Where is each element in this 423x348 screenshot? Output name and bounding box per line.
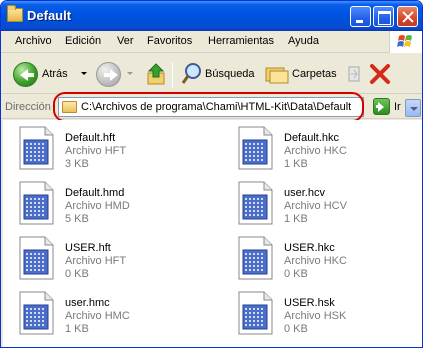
maximize-button[interactable]: [373, 6, 394, 27]
move-to-icon[interactable]: [347, 64, 361, 84]
file-item[interactable]: USER.hkc Archivo HKC 0 KB: [236, 234, 422, 288]
title-bar[interactable]: Default: [1, 1, 422, 31]
menu-archivo[interactable]: Archivo: [15, 35, 52, 47]
file-size: 1 KB: [284, 213, 308, 225]
minimize-button[interactable]: [350, 6, 371, 27]
search-label[interactable]: Búsqueda: [205, 68, 255, 80]
back-dropdown-icon[interactable]: [81, 72, 87, 75]
file-name: Default.hft: [65, 132, 116, 144]
file-item[interactable]: Default.hkc Archivo HKC 1 KB: [236, 124, 422, 178]
forward-button[interactable]: [96, 62, 121, 87]
window-title: Default: [27, 8, 72, 23]
menu-bar: Archivo Edición Ver Favoritos Herramient…: [1, 31, 422, 53]
arrow-right-icon: [104, 69, 118, 81]
file-icon: [238, 236, 273, 280]
search-icon[interactable]: [181, 62, 203, 86]
file-type: Archivo HMC: [65, 310, 130, 322]
file-name: USER.hkc: [284, 242, 335, 254]
menu-favoritos[interactable]: Favoritos: [147, 35, 192, 47]
file-type: Archivo HKC: [284, 145, 347, 157]
toolbar: Atrás Búsqueda Carpetas: [1, 54, 422, 94]
file-icon: [238, 126, 273, 170]
file-name: user.hcv: [284, 187, 325, 199]
toolbar-separator: [172, 62, 173, 88]
file-size: 1 KB: [65, 323, 89, 335]
file-size: 1 KB: [284, 158, 308, 170]
windows-logo-icon: [389, 31, 422, 53]
folder-icon: [7, 5, 23, 22]
address-dropdown-button[interactable]: [405, 99, 421, 117]
file-type: Archivo HMD: [65, 200, 130, 212]
file-type: Archivo HFT: [65, 255, 127, 267]
back-label[interactable]: Atrás: [42, 68, 68, 80]
file-size: 0 KB: [65, 268, 89, 280]
menu-herramientas[interactable]: Herramientas: [208, 35, 274, 47]
file-name: user.hmc: [65, 297, 110, 309]
file-name: Default.hkc: [284, 132, 340, 144]
file-size: 3 KB: [65, 158, 89, 170]
file-icon: [19, 236, 54, 280]
folders-label[interactable]: Carpetas: [292, 68, 337, 80]
file-icon: [238, 291, 273, 335]
file-type: Archivo HFT: [65, 145, 127, 157]
file-icon: [19, 181, 54, 225]
file-type: Archivo HKC: [284, 255, 347, 267]
menu-ayuda[interactable]: Ayuda: [288, 35, 319, 47]
file-name: USER.hsk: [284, 297, 335, 309]
forward-dropdown-icon[interactable]: [127, 72, 133, 75]
address-label: Dirección: [5, 101, 51, 113]
file-item[interactable]: Default.hft Archivo HFT 3 KB: [17, 124, 217, 178]
go-button[interactable]: [373, 98, 390, 115]
back-button[interactable]: [13, 62, 38, 87]
file-item[interactable]: Default.hmd Archivo HMD 5 KB: [17, 179, 217, 233]
file-size: 5 KB: [65, 213, 89, 225]
file-icon: [238, 181, 273, 225]
address-highlight-annotation: [53, 92, 364, 122]
delete-icon[interactable]: [369, 62, 391, 86]
file-size: 0 KB: [284, 323, 308, 335]
menu-ver[interactable]: Ver: [117, 35, 134, 47]
file-item[interactable]: USER.hsk Archivo HSK 0 KB: [236, 289, 422, 343]
explorer-window: Default Archivo Edición Ver Favoritos He…: [0, 0, 423, 348]
arrow-left-icon: [20, 69, 34, 81]
file-item[interactable]: USER.hft Archivo HFT 0 KB: [17, 234, 217, 288]
file-size: 0 KB: [284, 268, 308, 280]
file-icon: [19, 126, 54, 170]
menu-edicion[interactable]: Edición: [65, 35, 101, 47]
file-item[interactable]: user.hcv Archivo HCV 1 KB: [236, 179, 422, 233]
file-name: USER.hft: [65, 242, 111, 254]
file-item[interactable]: user.hmc Archivo HMC 1 KB: [17, 289, 217, 343]
folder-up-icon[interactable]: [146, 63, 166, 85]
file-list: Default.hft Archivo HFT 3 KB Default.hkc…: [3, 120, 422, 347]
file-type: Archivo HSK: [284, 310, 347, 322]
file-icon: [19, 291, 54, 335]
file-name: Default.hmd: [65, 187, 125, 199]
file-type: Archivo HCV: [284, 200, 347, 212]
folders-icon[interactable]: [265, 64, 289, 84]
go-label[interactable]: Ir: [394, 101, 401, 113]
close-button[interactable]: [397, 6, 418, 27]
